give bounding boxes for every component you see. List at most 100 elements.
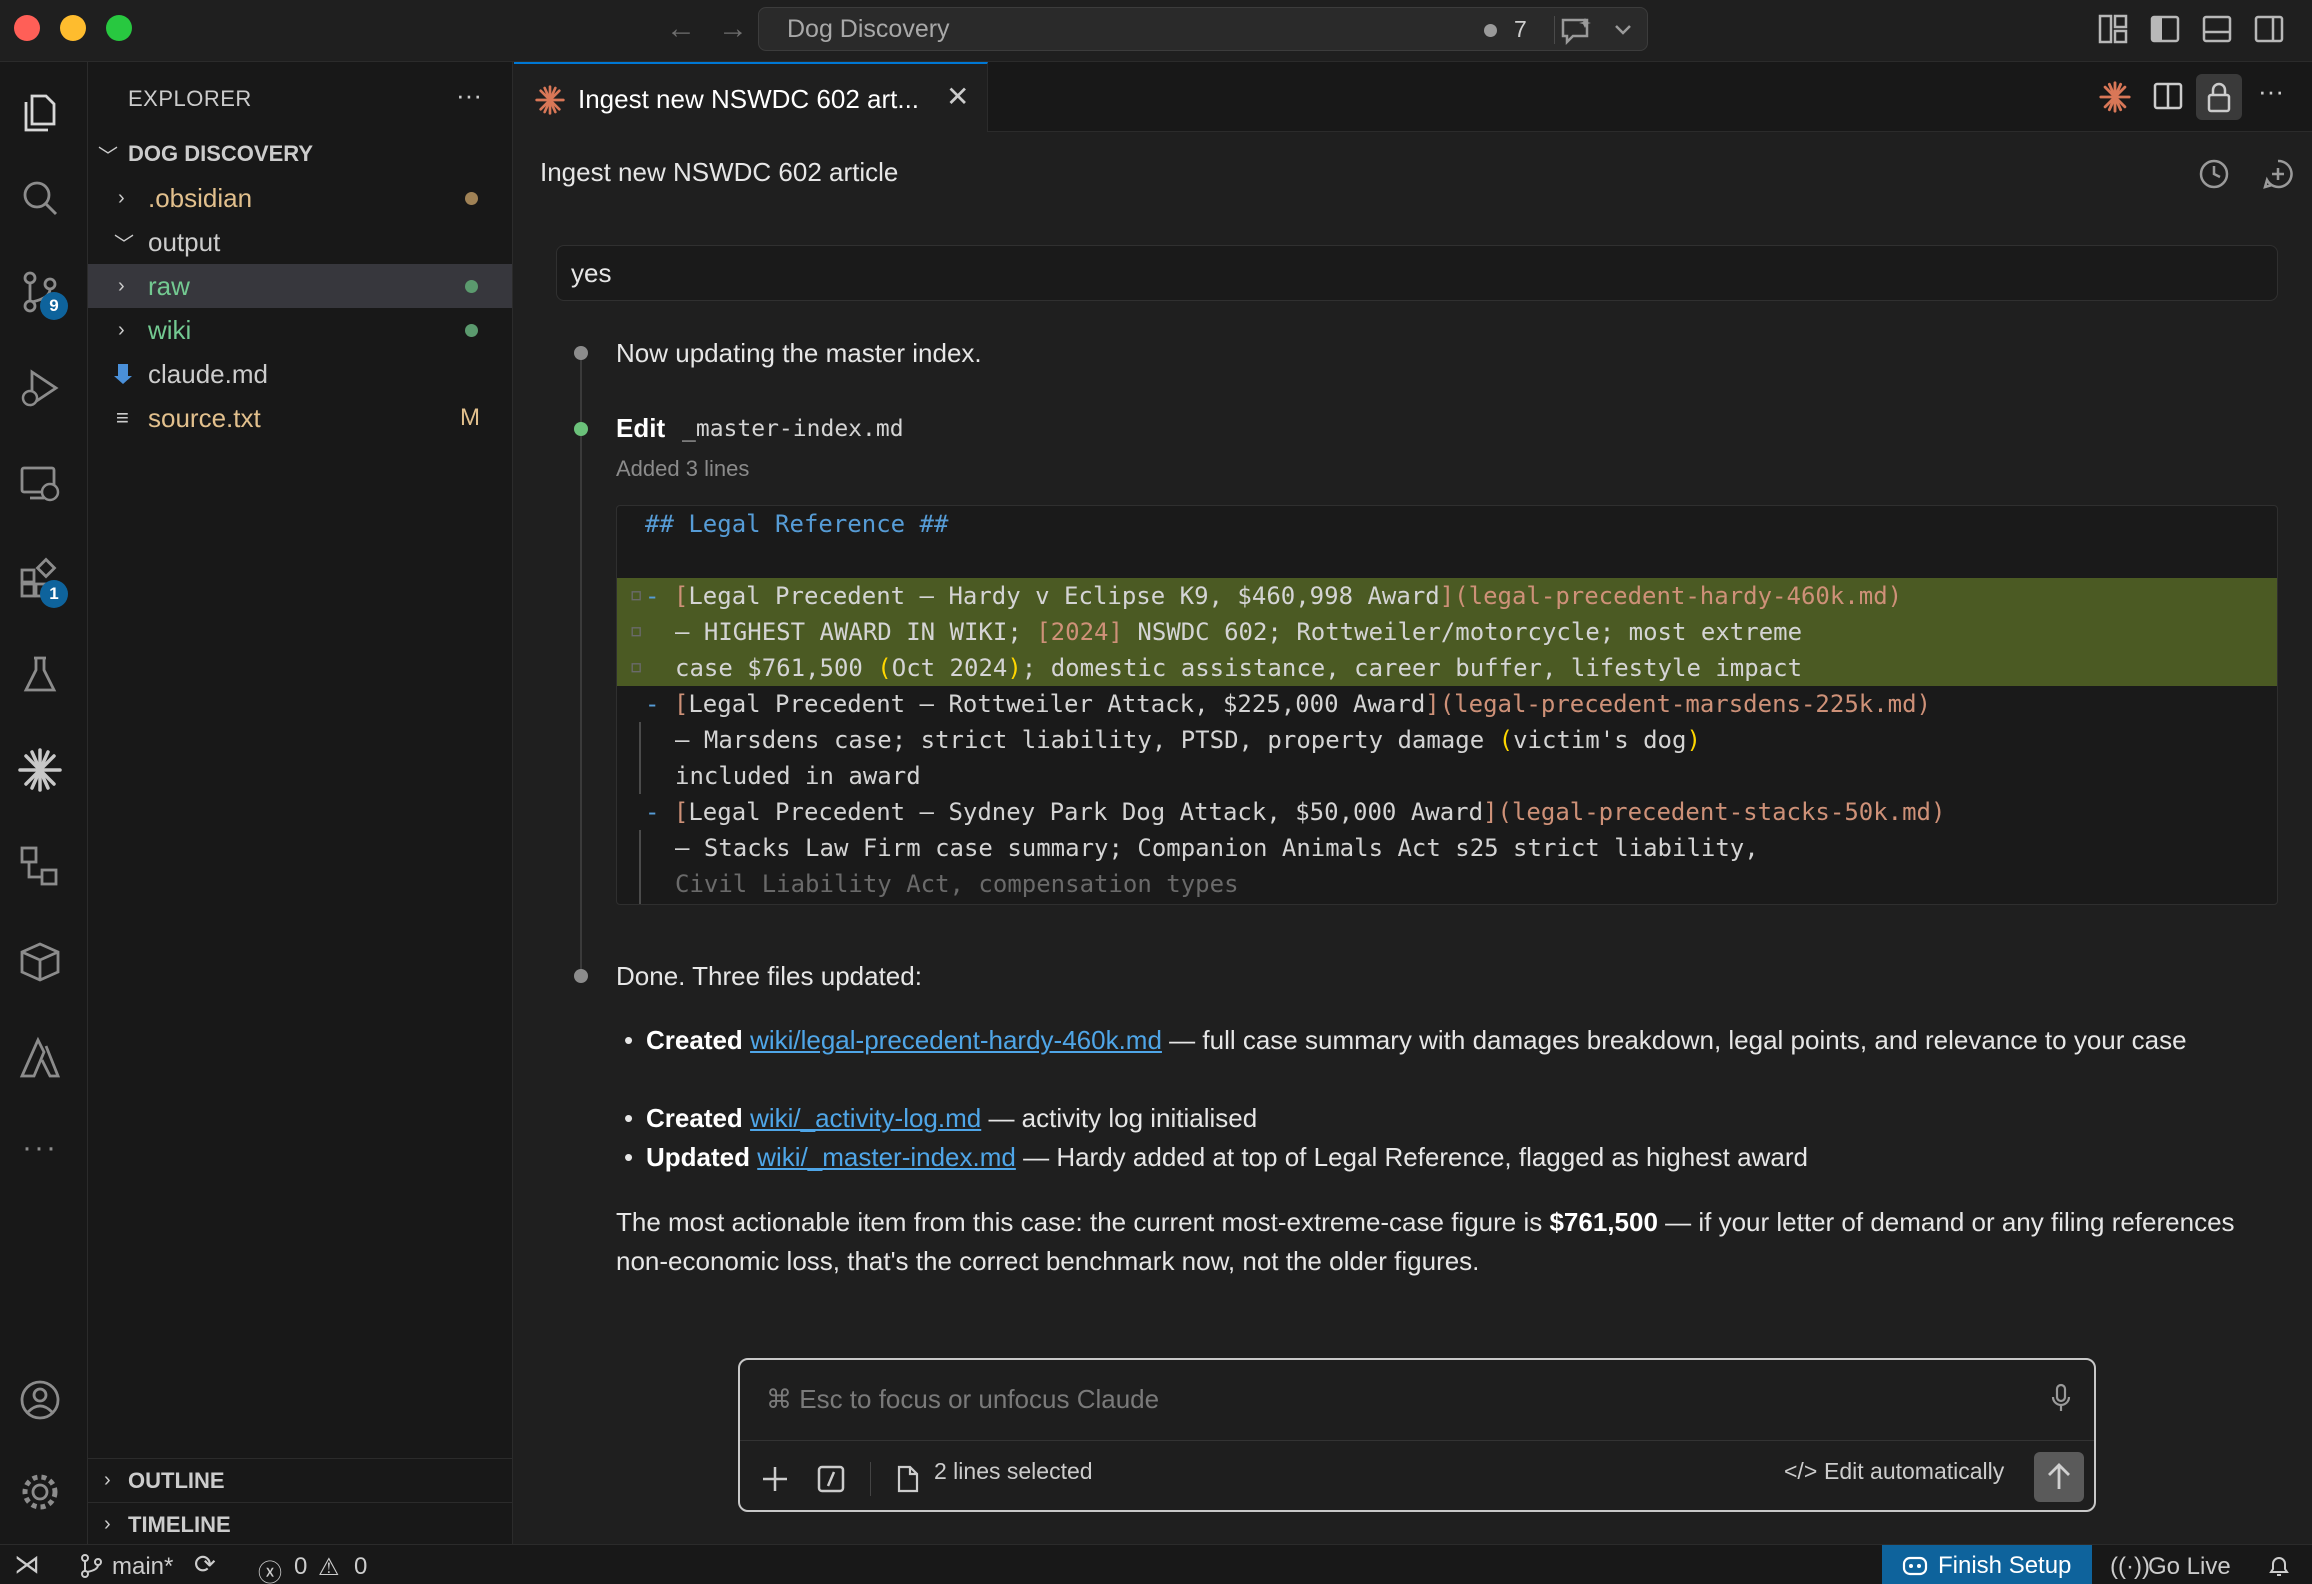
bullet-verb: Updated xyxy=(646,1142,750,1172)
containers-activity[interactable] xyxy=(14,936,66,988)
status-bar: ⋊ main* ⟳ ⓧ 0 ⚠ 0 Finish Setup ((·)) Go … xyxy=(0,1544,2312,1584)
explorer-more-icon[interactable]: ··· xyxy=(456,80,482,111)
user-message-text: yes xyxy=(571,258,612,288)
prompt-input[interactable]: ⌘ Esc to focus or unfocus Claude xyxy=(766,1384,1159,1415)
search-activity[interactable] xyxy=(14,172,66,224)
warning-count[interactable]: 0 xyxy=(354,1553,367,1581)
untracked-dot-icon xyxy=(465,279,478,293)
tree-item-obsidian[interactable]: › .obsidian xyxy=(88,176,512,220)
diff-text-part: Oct 2024 xyxy=(891,654,1008,682)
diff-text: — HIGHEST AWARD IN WIKI; [2024] NSWDC 60… xyxy=(675,618,1802,646)
explorer-sidebar: EXPLORER ··· ﹀ DOG DISCOVERY › .obsidian… xyxy=(88,62,513,1544)
bell-icon[interactable] xyxy=(2266,1553,2292,1579)
list-item: Updated wiki/_master-index.md — Hardy ad… xyxy=(624,1138,2246,1177)
tree-root-folder[interactable]: ﹀ DOG DISCOVERY xyxy=(88,132,512,176)
claude-sparkle-icon[interactable] xyxy=(2098,80,2132,114)
separator xyxy=(870,1462,871,1496)
testing-activity[interactable] xyxy=(14,648,66,700)
toggle-panel-icon[interactable] xyxy=(2202,14,2232,44)
error-count[interactable]: 0 xyxy=(294,1553,307,1581)
diff-line-added: ▫ - [Legal Precedent — Hardy v Eclipse K… xyxy=(617,578,2277,614)
claude-activity[interactable] xyxy=(14,744,66,796)
diff-text-part: victim's dog xyxy=(1513,726,1687,754)
new-session-icon[interactable] xyxy=(2262,158,2294,190)
file-link[interactable]: wiki/_master-index.md xyxy=(757,1142,1016,1172)
gear-icon xyxy=(22,1474,58,1510)
send-button[interactable] xyxy=(2034,1452,2084,1502)
diff-text: - [Legal Precedent — Sydney Park Dog Att… xyxy=(645,798,1945,826)
history-clock-icon[interactable] xyxy=(2198,158,2230,190)
timeline-dot xyxy=(574,969,588,983)
command-center[interactable]: Dog Discovery 7 xyxy=(758,7,1648,51)
chevron-right-icon: › xyxy=(104,1469,111,1491)
run-debug-activity[interactable] xyxy=(14,362,66,414)
diff-heading: ## Legal Reference ## xyxy=(645,510,949,538)
command-center-title: Dog Discovery xyxy=(787,14,950,43)
tree-item-source-txt[interactable]: ≡ source.txt M xyxy=(88,396,512,440)
tree-item-output[interactable]: ﹀ output xyxy=(88,220,512,264)
slash-command-icon[interactable] xyxy=(816,1464,846,1494)
back-arrow-icon[interactable]: ← xyxy=(666,12,696,46)
close-tab-icon[interactable]: ✕ xyxy=(946,80,969,113)
extensions-activity[interactable]: 1 xyxy=(14,552,68,608)
customize-layout-icon[interactable] xyxy=(2098,14,2128,44)
file-link[interactable]: wiki/legal-precedent-hardy-460k.md xyxy=(750,1025,1162,1055)
selection-indicator[interactable]: 2 lines selected xyxy=(934,1458,1093,1485)
go-live-button[interactable]: Go Live xyxy=(2148,1553,2231,1581)
chevron-down-icon: ﹀ xyxy=(98,145,118,168)
maximize-window-button[interactable] xyxy=(106,15,132,41)
editor-tab-bar: Ingest new NSWDC 602 art... ✕ ··· xyxy=(514,62,2312,132)
diff-text-part: — HIGHEST AWARD IN WIKI; xyxy=(675,618,1037,646)
diff-text: included in award xyxy=(675,762,921,790)
lock-editor-button[interactable] xyxy=(2196,74,2242,120)
edit-meta: Added 3 lines xyxy=(616,456,750,481)
timeline-section[interactable]: › TIMELINE xyxy=(88,1502,512,1546)
edit-mode-toggle[interactable]: Edit automatically xyxy=(1824,1458,2004,1485)
workspace-name: DOG DISCOVERY xyxy=(128,141,313,166)
bullet-verb: Created xyxy=(646,1103,743,1133)
sync-icon[interactable]: ⟳ xyxy=(194,1549,216,1580)
minimize-window-button[interactable] xyxy=(60,15,86,41)
more-actions-icon[interactable]: ··· xyxy=(2258,76,2284,107)
remote-explorer-activity[interactable] xyxy=(14,458,66,510)
chat-icon[interactable] xyxy=(1559,16,1595,46)
chevron-down-icon[interactable] xyxy=(1613,22,1633,38)
microphone-icon[interactable] xyxy=(2050,1382,2072,1414)
tree-item-claude-md[interactable]: claude.md xyxy=(88,352,512,396)
prompt-input-box[interactable]: ⌘ Esc to focus or unfocus Claude 2 lines… xyxy=(738,1358,2096,1512)
tree-item-label: wiki xyxy=(148,314,192,345)
forward-arrow-icon[interactable]: → xyxy=(718,12,748,46)
explorer-header: EXPLORER xyxy=(128,86,252,111)
markdown-file-icon xyxy=(114,364,132,384)
scm-badge: 9 xyxy=(40,292,68,320)
remote-explorer-icon xyxy=(20,466,60,502)
added-marker-icon: ▫ xyxy=(629,616,644,644)
close-window-button[interactable] xyxy=(14,15,40,41)
outline-section[interactable]: › OUTLINE xyxy=(88,1458,512,1502)
timeline-rail xyxy=(580,350,582,972)
remote-indicator-icon[interactable]: ⋊ xyxy=(14,1549,40,1580)
tab-claude-session[interactable]: Ingest new NSWDC 602 art... ✕ xyxy=(514,62,988,132)
git-branch[interactable]: main* xyxy=(112,1553,173,1581)
explorer-activity[interactable] xyxy=(14,86,66,138)
toggle-primary-sidebar-icon[interactable] xyxy=(2150,14,2180,44)
assistant-step-text: Now updating the master index. xyxy=(616,338,982,368)
finish-setup-button[interactable]: Finish Setup xyxy=(1882,1545,2092,1584)
source-control-activity[interactable]: 9 xyxy=(14,266,68,320)
more-activities[interactable]: ··· xyxy=(14,1122,66,1174)
diff-text: - [Legal Precedent — Hardy v Eclipse K9,… xyxy=(645,582,1902,610)
tree-item-wiki[interactable]: › wiki xyxy=(88,308,512,352)
timeline-label: TIMELINE xyxy=(128,1511,231,1537)
add-context-icon[interactable] xyxy=(760,1464,790,1494)
file-link[interactable]: wiki/_activity-log.md xyxy=(750,1103,981,1133)
workflow-activity[interactable] xyxy=(14,840,66,892)
manage-activity[interactable] xyxy=(14,1466,66,1518)
diff-line: - [Legal Precedent — Rottweiler Attack, … xyxy=(617,686,2277,722)
tree-item-raw[interactable]: › raw xyxy=(88,264,512,308)
toggle-secondary-sidebar-icon[interactable] xyxy=(2254,14,2284,44)
bullet-text: — Hardy added at top of Legal Reference,… xyxy=(1015,1142,1808,1172)
accounts-activity[interactable] xyxy=(14,1374,66,1426)
edit-filename[interactable]: _master-index.md xyxy=(682,416,904,442)
azure-activity[interactable] xyxy=(14,1032,66,1084)
split-editor-icon[interactable] xyxy=(2152,80,2184,112)
